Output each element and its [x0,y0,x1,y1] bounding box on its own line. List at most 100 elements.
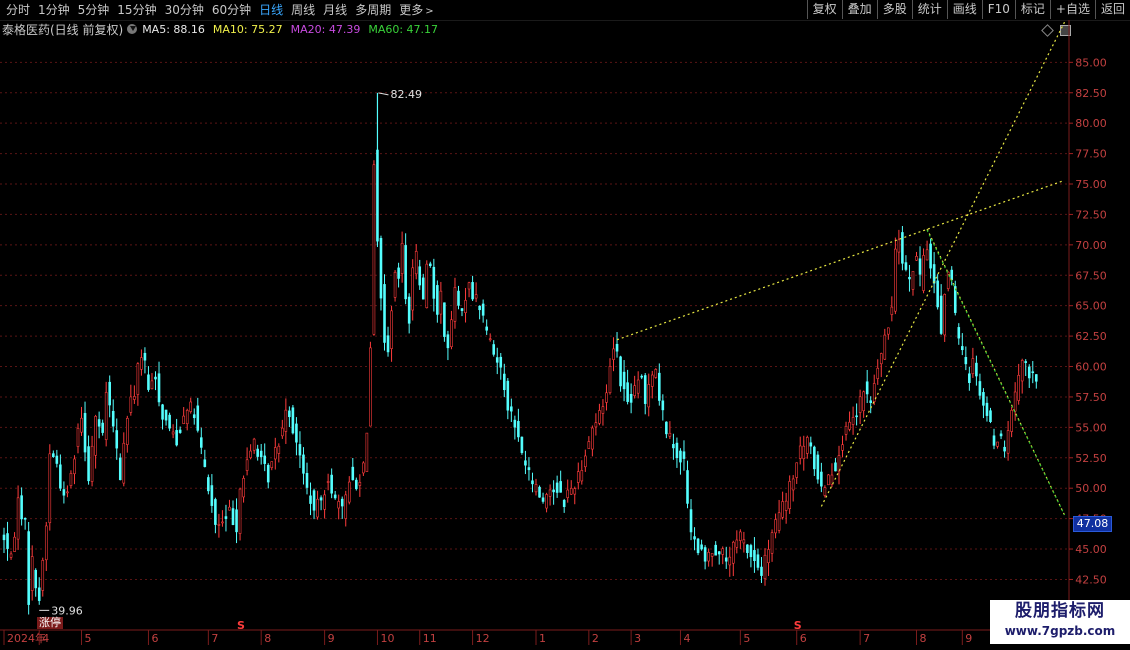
candle-body [739,531,742,541]
candle-body [869,400,873,403]
s-marker: S [794,619,802,632]
candle-body [545,494,548,509]
candle-body [210,485,214,506]
candle-body [281,427,284,437]
candle-body [59,464,62,489]
kline-chart[interactable]: 42.5045.0047.5050.0052.5055.0057.5060.00… [0,0,1130,650]
candle-body [37,587,41,601]
candle-body [478,305,481,311]
candle-body [80,417,83,433]
candle-body [612,348,615,360]
candle-body [207,477,210,492]
y-tick-label: 52.50 [1075,452,1107,465]
candle-body [390,310,393,349]
candle-body [731,541,735,564]
candle-body [52,453,55,457]
candle-body [66,491,69,494]
candle-body [686,470,689,504]
candle-body [566,489,570,498]
y-tick-label: 57.50 [1075,391,1107,404]
candle-body [848,421,851,430]
candle-body [548,489,552,497]
candle-body [795,462,799,478]
candle-body [957,327,961,339]
candle-body [777,512,781,531]
candle-body [231,508,235,526]
candle-body [1010,409,1013,432]
candle-body [330,474,333,494]
candle-body [999,433,1003,437]
candle-body [876,367,880,379]
candle-body [1017,374,1020,401]
candle-body [640,375,643,378]
candle-body [9,553,13,558]
candle-body [932,264,936,284]
candle-body [883,334,887,360]
candle-body [647,384,651,408]
y-tick-label: 62.50 [1075,330,1107,343]
candle-body [844,425,848,435]
candle-body [689,509,693,533]
x-tick-label: 6 [800,632,807,645]
candle-body [904,262,908,270]
candle-body [707,552,710,562]
candle-body [527,467,531,471]
candle-body [703,547,707,562]
candle-body [298,444,302,456]
candle-body [147,374,150,390]
candle-body [196,405,200,431]
watermark-url: www.7gpzb.com [1004,624,1116,638]
candle-body [1006,430,1010,454]
candle-body [654,369,658,378]
candle-body [1031,371,1035,374]
candle-body [517,421,520,438]
candle-body [76,428,80,447]
candle-body [161,404,164,420]
candle-body [316,498,319,518]
candle-body [887,327,890,335]
candle-body [901,232,904,264]
candle-body [594,422,598,428]
x-tick-label: 5 [85,632,92,645]
candle-body [834,462,837,472]
y-tick-label: 65.00 [1075,300,1107,313]
candle-body [809,442,813,447]
candle-body [721,548,725,555]
candle-body [136,363,140,395]
candle-body [87,446,90,482]
candle-body [372,164,376,335]
candle-body [569,488,573,495]
candle-body [862,391,865,412]
candle-body [133,396,136,400]
last-price-tag: 47.08 [1073,515,1112,532]
candle-body [471,282,474,300]
x-tick-label: 5 [743,632,750,645]
candle-body [312,490,316,511]
candle-body [774,519,777,534]
candle-body [94,416,97,456]
candle-body [439,290,443,315]
candle-body [436,285,439,315]
candle-body [760,566,763,576]
candle-body [1034,374,1038,382]
candle-body [922,255,925,291]
candle-body [189,401,193,412]
candle-body [608,366,612,394]
candle-body [968,373,971,383]
candle-body [351,466,355,481]
candle-body [425,263,429,309]
candle-body [823,487,827,496]
candle-body [813,446,816,470]
candle-body [347,481,351,503]
candle-body [143,352,147,361]
candle-body [319,497,323,501]
candle-body [531,480,534,485]
candle-body [555,482,559,493]
candle-body [996,441,999,447]
candle-body [1020,360,1024,382]
candle-body [263,455,267,464]
candle-body [788,481,791,509]
candle-body [908,276,911,280]
candle-body [717,551,721,555]
x-tick-label: 3 [634,632,641,645]
